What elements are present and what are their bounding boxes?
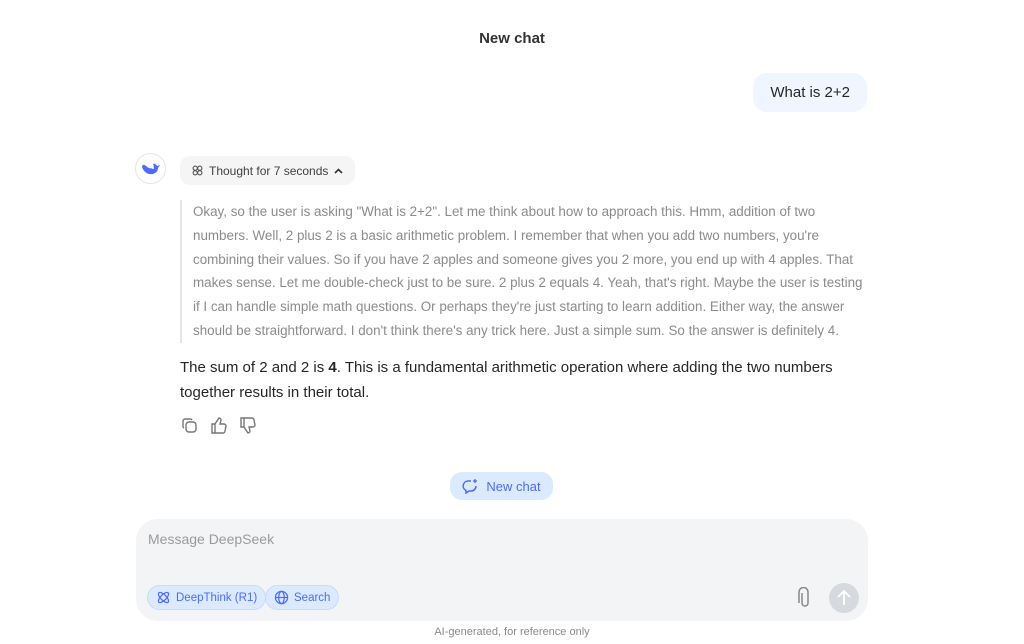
thought-toggle-button[interactable]: Thought for 7 seconds: [180, 156, 356, 185]
arrow-up-icon: [837, 590, 851, 605]
message-actions: [180, 416, 257, 435]
new-chat-icon: [462, 478, 478, 494]
deepthink-icon: [192, 165, 203, 176]
disclaimer: AI-generated, for reference only: [434, 626, 590, 638]
copy-icon[interactable]: [180, 416, 199, 435]
thinking-text: Okay, so the user is asking "What is 2+2…: [180, 200, 870, 343]
thumbs-down-icon[interactable]: [238, 416, 257, 435]
message-composer: DeepThink (R1) Search: [136, 519, 868, 621]
atom-icon: [157, 591, 170, 604]
deepthink-button[interactable]: DeepThink (R1): [147, 585, 267, 610]
chevron-up-icon: [334, 167, 343, 174]
new-chat-label: New chat: [486, 478, 541, 494]
assistant-answer: The sum of 2 and 2 is 4. This is a funda…: [180, 355, 870, 405]
page-title: New chat: [479, 30, 545, 47]
whale-logo-icon: [141, 163, 160, 174]
search-label: Search: [294, 591, 331, 604]
thumbs-up-icon[interactable]: [209, 416, 228, 435]
new-chat-button[interactable]: New chat: [450, 472, 553, 500]
message-input[interactable]: [148, 531, 788, 547]
send-button[interactable]: [829, 583, 859, 613]
attach-icon[interactable]: [796, 586, 814, 614]
deepthink-label: DeepThink (R1): [176, 591, 258, 604]
answer-text: The sum of 2 and 2 is: [180, 359, 329, 376]
globe-icon: [274, 590, 289, 605]
deepseek-avatar: [135, 153, 166, 184]
answer-bold: 4: [328, 359, 337, 376]
user-message: What is 2+2: [753, 73, 867, 112]
search-button[interactable]: Search: [265, 585, 340, 610]
thought-label: Thought for 7 seconds: [209, 163, 329, 178]
